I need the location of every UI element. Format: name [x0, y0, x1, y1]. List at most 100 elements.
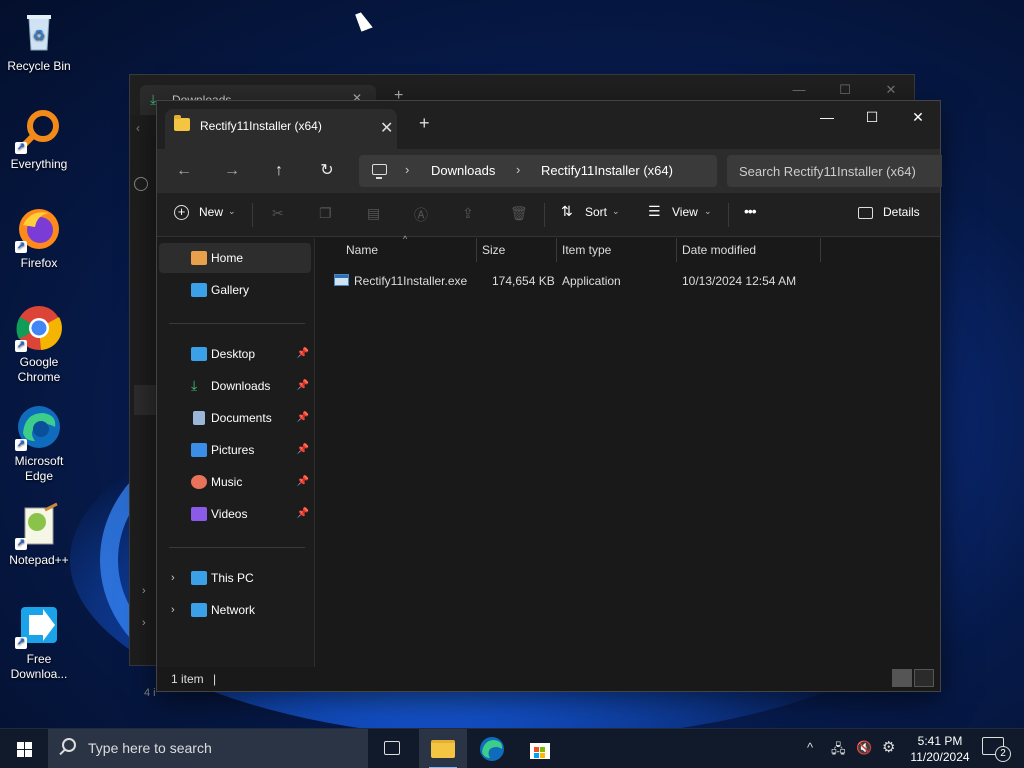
settings-gear-icon[interactable]: ⚙: [882, 738, 895, 756]
active-tab[interactable]: Rectify11Installer (x64) ✕: [165, 109, 397, 149]
notification-badge: 2: [995, 746, 1011, 762]
close-button[interactable]: ✕: [895, 103, 941, 133]
new-icon[interactable]: [134, 177, 148, 191]
separator: [544, 203, 545, 227]
maximize-button[interactable]: ☐: [849, 103, 895, 133]
chevron-right-icon[interactable]: ›: [171, 563, 175, 593]
delete-icon[interactable]: 🗑: [510, 205, 528, 222]
desktop-icon-label: Everything: [10, 157, 68, 171]
start-button[interactable]: [0, 729, 48, 768]
column-header-size[interactable]: Size: [482, 243, 505, 257]
clock[interactable]: 5:41 PM 11/20/2024: [906, 733, 974, 765]
sidebar-item-videos[interactable]: Videos 📌: [159, 499, 311, 529]
sidebar-item-label: Pictures: [211, 443, 255, 457]
pin-icon[interactable]: 📌: [297, 403, 309, 433]
everything-icon: ↗: [15, 106, 63, 154]
file-row[interactable]: Rectify11Installer.exe 174,654 KB Applic…: [326, 270, 826, 292]
sidebar-item-network[interactable]: › Network: [159, 595, 311, 625]
task-view-button[interactable]: [368, 729, 416, 768]
desktop-icon-label: Firefox: [20, 256, 58, 270]
desktop-icon-edge[interactable]: ↗ Microsoft Edge: [4, 403, 74, 484]
desktop-icon-everything[interactable]: ↗ Everything: [4, 106, 74, 172]
address-bar[interactable]: › Downloads › Rectify11Installer (x64): [359, 155, 717, 187]
background-window-sidebar: ‹ › › 4 i: [130, 115, 158, 699]
refresh-icon[interactable]: ↻: [312, 157, 342, 185]
chevron-right-icon[interactable]: ›: [142, 585, 146, 597]
title-bar: Rectify11Installer (x64) ✕ + — ☐ ✕: [157, 101, 940, 149]
sidebar-item-label: Desktop: [211, 347, 256, 361]
close-tab-icon[interactable]: ✕: [380, 118, 393, 138]
sidebar-item-desktop[interactable]: Desktop 📌: [159, 339, 311, 369]
chrome-icon: ↗: [15, 304, 63, 352]
breadcrumb-chevron-icon[interactable]: ›: [405, 162, 409, 177]
desktop-icon-notepadpp[interactable]: ↗ Notepad++: [4, 502, 74, 568]
breadcrumb-downloads[interactable]: Downloads: [431, 163, 495, 178]
view-button[interactable]: View: [672, 205, 698, 219]
music-icon: [191, 475, 207, 489]
column-divider[interactable]: [556, 238, 557, 262]
new-tab-icon[interactable]: +: [419, 113, 430, 134]
sidebar-item-gallery[interactable]: Gallery: [159, 275, 311, 305]
navigation-pane: Home Gallery Desktop 📌 ⤓ Downloads 📌 Doc…: [157, 238, 315, 667]
pin-icon[interactable]: 📌: [297, 339, 309, 369]
volume-muted-icon[interactable]: 🔇: [856, 740, 872, 756]
cut-icon[interactable]: ✂: [272, 205, 284, 222]
column-headers: ^ Name Size Item type Date modified: [316, 234, 940, 262]
chevron-right-icon[interactable]: ›: [142, 617, 146, 629]
minimize-button[interactable]: —: [804, 103, 850, 133]
new-button[interactable]: New: [199, 205, 223, 219]
home-icon: [191, 251, 207, 265]
column-divider[interactable]: [476, 238, 477, 262]
sidebar-item-home[interactable]: Home: [159, 243, 311, 273]
explorer-window[interactable]: Rectify11Installer (x64) ✕ + — ☐ ✕ ← → ↑…: [156, 100, 942, 692]
pin-icon[interactable]: 📌: [297, 435, 309, 465]
column-divider[interactable]: [820, 238, 821, 262]
back-icon[interactable]: ‹: [136, 121, 140, 135]
details-view-button[interactable]: [892, 669, 912, 687]
windows-logo-icon: [17, 742, 24, 749]
details-button[interactable]: Details: [883, 205, 920, 219]
notification-center-button[interactable]: 2: [982, 737, 1011, 762]
taskbar-search-placeholder: Type here to search: [88, 740, 212, 756]
large-icons-view-button[interactable]: [914, 669, 934, 687]
breadcrumb-current-folder[interactable]: Rectify11Installer (x64): [541, 163, 673, 178]
column-header-name[interactable]: Name: [346, 243, 378, 257]
show-hidden-icons-chevron-icon[interactable]: ^: [807, 740, 813, 755]
sidebar-item-this-pc[interactable]: › This PC: [159, 563, 311, 593]
chevron-right-icon[interactable]: ›: [171, 595, 175, 625]
pin-icon[interactable]: 📌: [297, 371, 309, 401]
rename-icon[interactable]: Ⓐ: [414, 205, 428, 225]
breadcrumb-chevron-icon[interactable]: ›: [516, 162, 520, 177]
sidebar-item-downloads[interactable]: ⤓ Downloads 📌: [159, 371, 311, 401]
taskbar-search-box[interactable]: Type here to search: [48, 729, 368, 768]
back-icon[interactable]: ←: [169, 157, 199, 185]
sort-button[interactable]: Sort: [585, 205, 607, 219]
sidebar-item-label: Documents: [211, 411, 272, 425]
desktop-icon-firefox[interactable]: ↗ Firefox: [4, 205, 74, 271]
column-header-type[interactable]: Item type: [562, 243, 611, 257]
more-options-button[interactable]: •••: [744, 203, 757, 219]
paste-icon[interactable]: ▤: [367, 205, 380, 222]
forward-icon[interactable]: →: [217, 157, 247, 185]
taskbar-file-explorer[interactable]: [419, 729, 467, 768]
taskbar-edge[interactable]: [468, 729, 516, 768]
network-status-icon[interactable]: 🖧: [831, 740, 846, 762]
column-divider[interactable]: [676, 238, 677, 262]
desktop-icon-recycle-bin[interactable]: ♻ Recycle Bin: [4, 8, 74, 74]
column-header-date-modified[interactable]: Date modified: [682, 243, 756, 257]
microsoft-store-icon: [530, 743, 550, 759]
taskbar-microsoft-store[interactable]: [516, 729, 564, 768]
up-icon[interactable]: ↑: [264, 157, 294, 185]
this-pc-icon: [191, 571, 207, 585]
desktop-icon-chrome[interactable]: ↗ Google Chrome: [4, 304, 74, 385]
pin-icon[interactable]: 📌: [297, 499, 309, 529]
pin-icon[interactable]: 📌: [297, 467, 309, 497]
search-input[interactable]: Search Rectify11Installer (x64): [727, 155, 942, 187]
sidebar-item-pictures[interactable]: Pictures 📌: [159, 435, 311, 465]
sidebar-item-documents[interactable]: Documents 📌: [159, 403, 311, 433]
sidebar-item-music[interactable]: Music 📌: [159, 467, 311, 497]
file-list[interactable]: ^ Name Size Item type Date modified Rect…: [316, 234, 940, 667]
copy-icon[interactable]: ❐: [319, 205, 332, 222]
desktop-icon-free-download-manager[interactable]: ↗ Free Downloa...: [4, 601, 74, 682]
share-icon[interactable]: ⇪: [462, 205, 474, 222]
